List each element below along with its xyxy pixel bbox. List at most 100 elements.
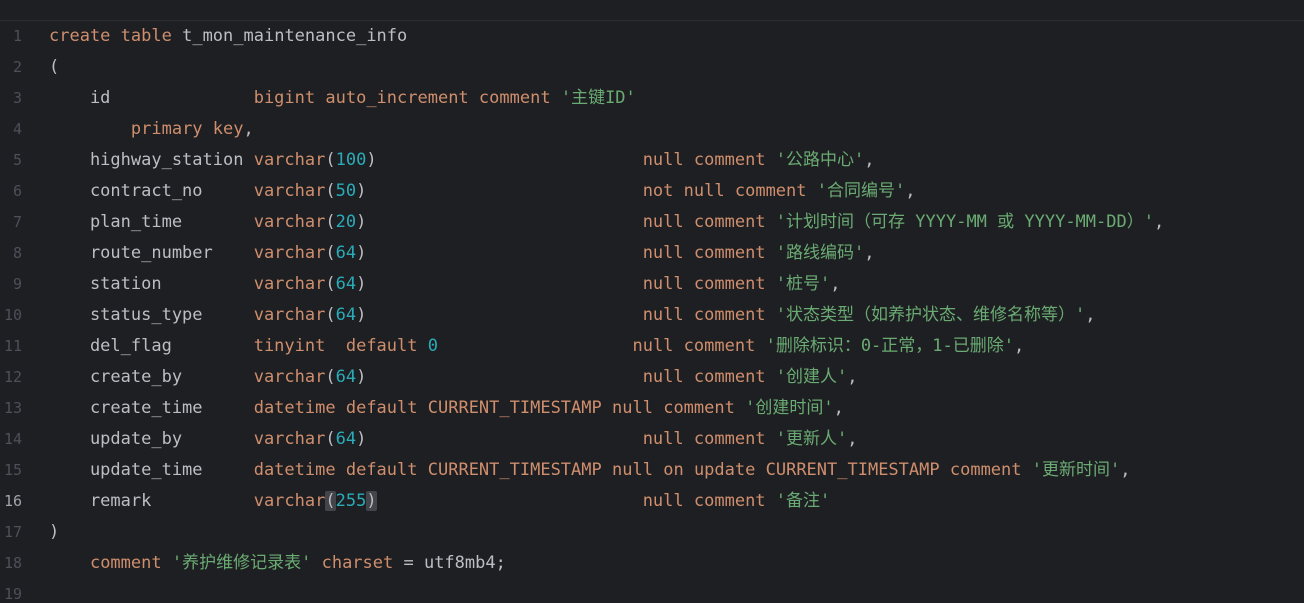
code-line[interactable]: ): [49, 517, 59, 548]
punctuation-token: ,: [864, 150, 875, 170]
identifier-token: [673, 181, 683, 201]
code-line[interactable]: create_by varchar(64) null comment '创建人'…: [49, 362, 858, 393]
identifier-token: [377, 150, 643, 170]
keyword-token: charset: [321, 553, 394, 573]
keyword-token: default: [345, 398, 418, 418]
identifier-token: [469, 88, 479, 108]
punctuation-token: (: [325, 274, 336, 294]
code-line[interactable]: create_time datetime default CURRENT_TIM…: [49, 393, 844, 424]
punctuation-token: (: [49, 57, 60, 77]
identifier-token: [684, 150, 694, 170]
identifier-token: [653, 460, 663, 480]
line-number: 17: [3, 523, 22, 541]
identifier-token: [366, 181, 642, 201]
identifier-token: [725, 181, 735, 201]
identifier-token: update_time: [49, 460, 254, 480]
keyword-token: varchar: [253, 274, 326, 294]
code-editor[interactable]: 1 2 3 4 5 6 7 8 9 10 11 12 13 14 15 16 17 18 19 create tab…: [0, 0, 1304, 603]
keyword-token: on: [663, 460, 684, 480]
line-number: 8: [12, 244, 22, 262]
identifier-token: [162, 553, 172, 573]
keyword-token: CURRENT_TIMESTAMP: [765, 460, 940, 480]
identifier-token: [684, 367, 694, 387]
line-number: 12: [3, 368, 22, 386]
identifier-token: [940, 460, 950, 480]
punctuation-token: (: [325, 367, 336, 387]
code-line[interactable]: primary key,: [49, 114, 254, 145]
code-line[interactable]: plan_time varchar(20) null comment '计划时间…: [49, 207, 1164, 238]
code-line[interactable]: (: [49, 52, 59, 83]
code-line[interactable]: update_by varchar(64) null comment '更新人'…: [49, 424, 858, 455]
line-number: 10: [3, 306, 22, 324]
code-line[interactable]: contract_no varchar(50) not null comment…: [49, 176, 916, 207]
punctuation-token: ,: [847, 367, 858, 387]
identifier-token: station: [49, 274, 254, 294]
identifier-token: = utf8mb4;: [393, 553, 506, 573]
keyword-token: null: [612, 460, 653, 480]
keyword-token: comment: [734, 181, 807, 201]
keyword-token: not: [642, 181, 674, 201]
string-token: '状态类型（如养护状态、维修名称等）': [775, 305, 1086, 325]
punctuation-token: (: [325, 150, 336, 170]
keyword-token: comment: [693, 429, 766, 449]
keyword-token: null: [642, 150, 684, 170]
line-number: 6: [12, 182, 22, 200]
code-line[interactable]: del_flag tinyint default 0 null comment …: [49, 331, 1024, 362]
identifier-token: [325, 336, 345, 356]
identifier-token: [602, 460, 612, 480]
keyword-token: CURRENT_TIMESTAMP: [427, 398, 602, 418]
identifier-token: [311, 553, 321, 573]
punctuation-token: ,: [1085, 305, 1096, 325]
identifier-token: [438, 336, 632, 356]
identifier-token: [766, 274, 776, 294]
code-line[interactable]: route_number varchar(64) null comment '路…: [49, 238, 875, 269]
string-token: '路线编码': [775, 243, 865, 263]
code-line[interactable]: remark varchar(255) null comment '备注': [49, 486, 830, 517]
code-line[interactable]: status_type varchar(64) null comment '状态…: [49, 300, 1096, 331]
string-token: '计划时间（可存 YYYY-MM 或 YYYY-MM-DD）': [775, 212, 1154, 232]
identifier-token: [418, 336, 428, 356]
code-line[interactable]: update_time datetime default CURRENT_TIM…: [49, 455, 1131, 486]
code-line[interactable]: comment '养护维修记录表' charset = utf8mb4;: [49, 548, 506, 579]
code-line[interactable]: create table t_mon_maintenance_info: [49, 21, 407, 52]
identifier-token: [766, 150, 776, 170]
code-line[interactable]: station varchar(64) null comment '桩号',: [49, 269, 841, 300]
identifier-token: remark: [49, 491, 254, 511]
line-number: 5: [12, 151, 22, 169]
identifier-token: [766, 305, 776, 325]
keyword-token: datetime: [253, 398, 336, 418]
identifier-token: [766, 212, 776, 232]
identifier-token: [735, 398, 745, 418]
string-token: '更新时间': [1031, 460, 1121, 480]
identifier-token: [418, 460, 428, 480]
code-area[interactable]: create table t_mon_maintenance_info ( id …: [49, 21, 1299, 603]
number-token: 50: [335, 181, 357, 201]
keyword-token: null: [642, 243, 684, 263]
identifier-token: highway_station: [49, 150, 254, 170]
punctuation-token: ): [356, 274, 367, 294]
punctuation-token: ,: [830, 274, 841, 294]
keyword-token: update: [693, 460, 756, 480]
code-line[interactable]: highway_station varchar(100) null commen…: [49, 145, 875, 176]
keyword-token: varchar: [253, 305, 326, 325]
keyword-token: comment: [693, 274, 766, 294]
keyword-token: default: [345, 460, 418, 480]
identifier-token: create_time: [49, 398, 254, 418]
punctuation-token: ,: [1014, 336, 1025, 356]
identifier-token: [602, 398, 612, 418]
matched-bracket: (: [325, 491, 336, 511]
string-token: '主键ID': [560, 88, 636, 108]
keyword-token: tinyint: [253, 336, 326, 356]
code-line[interactable]: id bigint auto_increment comment '主键ID': [49, 83, 636, 114]
punctuation-token: ,: [864, 243, 875, 263]
line-number-gutter: 1 2 3 4 5 6 7 8 9 10 11 12 13 14 15 16 17 18 19: [0, 21, 40, 603]
string-token: '更新人': [775, 429, 848, 449]
line-number: 7: [12, 213, 22, 231]
string-token: '创建人': [775, 367, 848, 387]
line-number: 9: [12, 275, 22, 293]
keyword-token: comment: [693, 212, 766, 232]
number-token: 20: [335, 212, 357, 232]
punctuation-token: ,: [1120, 460, 1131, 480]
identifier-token: update_by: [49, 429, 254, 449]
keyword-token: primary: [130, 119, 203, 139]
